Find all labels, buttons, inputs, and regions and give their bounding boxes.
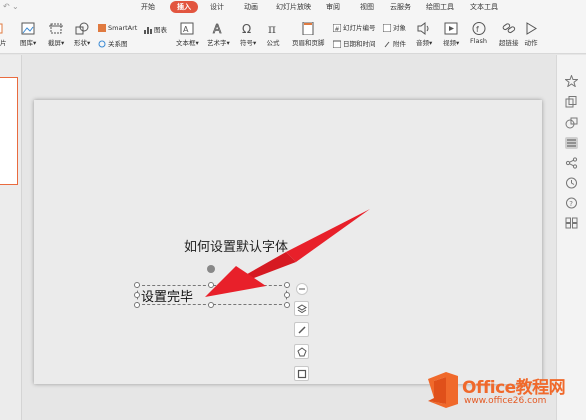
- minus-icon: [299, 288, 305, 290]
- collapse-tool-button[interactable]: [296, 283, 308, 295]
- watermark-title: Office教程网: [462, 378, 566, 398]
- pen-tool-button[interactable]: [294, 322, 309, 337]
- pen-icon: [298, 326, 306, 334]
- watermark-url: www.office26.com: [464, 396, 547, 406]
- layers-icon: [297, 304, 307, 314]
- history-icon[interactable]: [565, 177, 578, 189]
- help-icon[interactable]: ?: [565, 197, 578, 209]
- watermark: Office教程网 www.office26.com: [426, 371, 584, 411]
- shape-outline-icon: [297, 347, 307, 357]
- outline-tool-button[interactable]: [294, 344, 309, 359]
- share-icon[interactable]: [565, 157, 578, 169]
- svg-text:?: ?: [569, 200, 573, 208]
- right-tool-pane: ?: [556, 55, 586, 420]
- star-icon[interactable]: [565, 75, 578, 87]
- layers-tool-button[interactable]: [294, 301, 309, 316]
- properties-icon[interactable]: [565, 137, 578, 149]
- frame-tool-button[interactable]: [294, 366, 309, 381]
- red-arrow-annotation: [205, 209, 370, 297]
- grid-icon[interactable]: [565, 217, 578, 229]
- copy-icon[interactable]: [565, 96, 578, 108]
- shapes-icon[interactable]: [565, 117, 578, 129]
- square-icon: [297, 369, 307, 379]
- office-logo-icon: [428, 372, 458, 408]
